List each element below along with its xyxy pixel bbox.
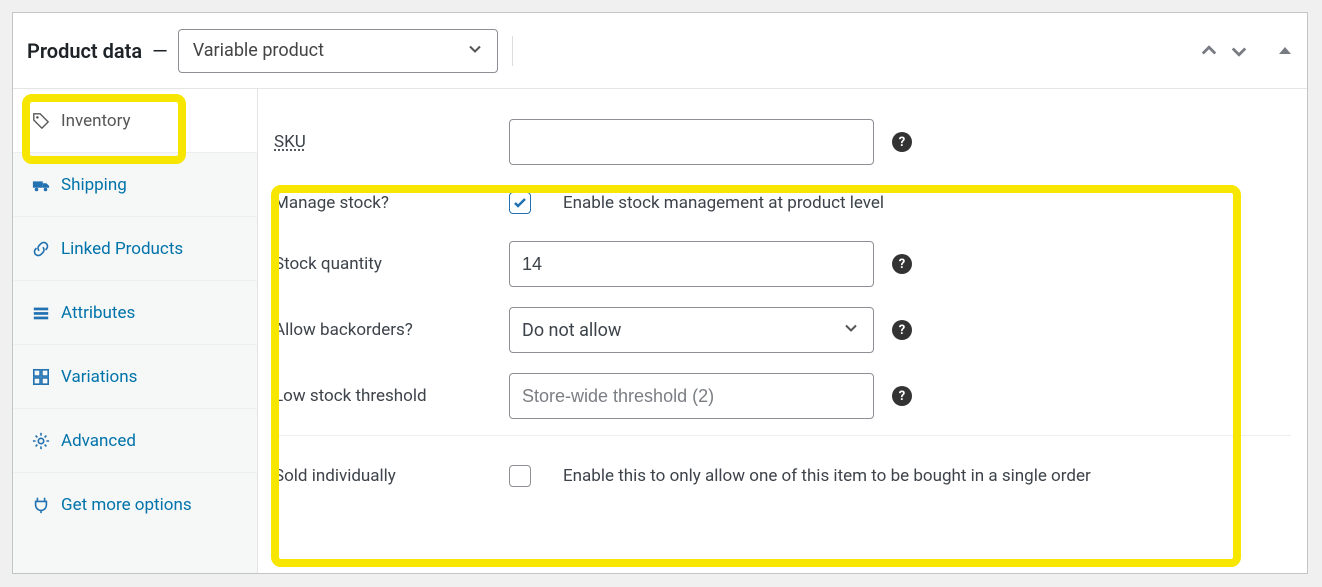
tab-label: Get more options: [61, 495, 192, 515]
row-stock-quantity: Stock quantity ?: [274, 231, 1291, 297]
tab-get-more-options[interactable]: Get more options: [13, 473, 257, 537]
help-icon[interactable]: ?: [892, 320, 912, 340]
toggle-panel-icon[interactable]: [1277, 43, 1293, 59]
product-data-panel: Product data — Variable product: [12, 12, 1308, 574]
panel-title-dash: —: [152, 39, 168, 63]
header-separator: [512, 36, 513, 66]
help-icon[interactable]: ?: [892, 254, 912, 274]
move-up-icon[interactable]: [1199, 41, 1219, 61]
label-low-stock: Low stock threshold: [274, 386, 509, 406]
gear-icon: [31, 432, 51, 450]
sold-individually-desc: Enable this to only allow one of this it…: [563, 466, 1091, 486]
tab-linked-products[interactable]: Linked Products: [13, 217, 257, 281]
tag-icon: [31, 112, 51, 130]
sold-individually-checkbox[interactable]: [509, 465, 531, 487]
plug-icon: [31, 496, 51, 514]
row-sku: SKU ?: [274, 109, 1291, 175]
tab-label: Attributes: [61, 303, 135, 323]
tab-variations[interactable]: Variations: [13, 345, 257, 409]
low-stock-input[interactable]: [509, 373, 874, 419]
chevron-down-icon: [843, 320, 859, 341]
stock-quantity-input[interactable]: [509, 241, 874, 287]
inventory-form: SKU ? Manage stock? Enable stock managem…: [258, 89, 1307, 573]
product-type-select[interactable]: Variable product: [178, 29, 498, 73]
row-low-stock-threshold: Low stock threshold ?: [274, 363, 1291, 429]
label-sku: SKU: [274, 132, 509, 152]
label-manage-stock: Manage stock?: [274, 193, 509, 213]
tab-label: Advanced: [61, 431, 136, 451]
list-icon: [31, 304, 51, 322]
tab-label: Inventory: [61, 111, 131, 131]
allow-backorders-value: Do not allow: [522, 320, 621, 341]
panel-title: Product data: [27, 39, 142, 63]
tab-inventory[interactable]: Inventory: [13, 89, 257, 153]
manage-stock-checkbox[interactable]: [509, 192, 531, 214]
panel-body: Inventory Shipping Linked Products Attri…: [13, 89, 1307, 573]
move-down-icon[interactable]: [1229, 41, 1249, 61]
allow-backorders-select[interactable]: Do not allow: [509, 307, 874, 353]
label-stock-quantity: Stock quantity: [274, 254, 509, 274]
help-icon[interactable]: ?: [892, 132, 912, 152]
tab-attributes[interactable]: Attributes: [13, 281, 257, 345]
chevron-down-icon: [467, 40, 483, 61]
manage-stock-desc: Enable stock management at product level: [563, 193, 884, 213]
panel-header-actions: [1199, 41, 1293, 61]
tab-label: Variations: [61, 367, 137, 387]
row-sold-individually: Sold individually Enable this to only al…: [274, 448, 1291, 504]
row-allow-backorders: Allow backorders? Do not allow ?: [274, 297, 1291, 363]
label-allow-backorders: Allow backorders?: [274, 320, 509, 340]
help-icon[interactable]: ?: [892, 386, 912, 406]
link-icon: [31, 240, 51, 258]
product-data-tabs: Inventory Shipping Linked Products Attri…: [13, 89, 258, 573]
form-separator: [274, 435, 1291, 436]
label-sold-individually: Sold individually: [274, 466, 509, 486]
product-type-value: Variable product: [193, 40, 324, 61]
tab-advanced[interactable]: Advanced: [13, 409, 257, 473]
tab-label: Linked Products: [61, 239, 183, 259]
tab-shipping[interactable]: Shipping: [13, 153, 257, 217]
grid-icon: [31, 368, 51, 386]
truck-icon: [31, 176, 51, 194]
row-manage-stock: Manage stock? Enable stock management at…: [274, 175, 1291, 231]
panel-header: Product data — Variable product: [13, 13, 1307, 89]
tab-label: Shipping: [61, 175, 127, 195]
sku-input[interactable]: [509, 119, 874, 165]
